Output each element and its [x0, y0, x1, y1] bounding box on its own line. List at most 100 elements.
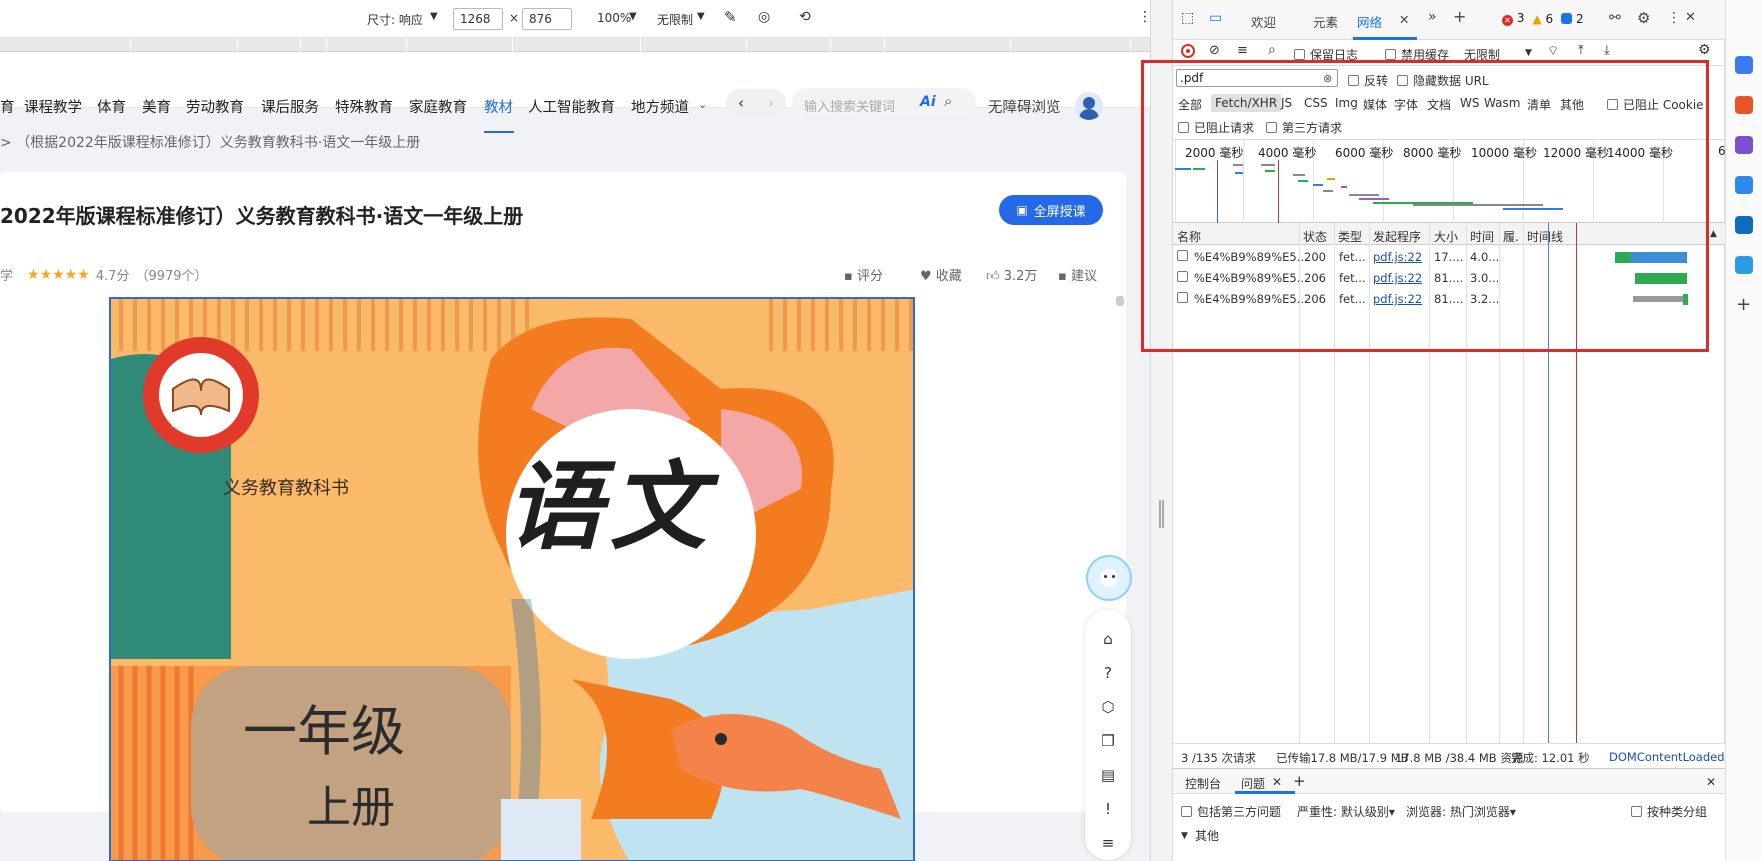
page-scrollbar-thumb[interactable]	[1116, 296, 1124, 306]
network-status-bar: 3 /135 次请求 已传输17.8 MB/17.9 MB 17.8 MB /3…	[1173, 743, 1728, 768]
feedback-icon[interactable]: !	[1099, 800, 1117, 818]
nav-item-arts[interactable]: 美育	[142, 96, 171, 117]
device-toggle-icon[interactable]: ▭	[1209, 10, 1222, 26]
add-tab-icon[interactable]: +	[1293, 772, 1306, 790]
eyedropper-icon[interactable]: ✎	[724, 8, 737, 26]
presentation-icon: ▣	[1016, 203, 1028, 217]
shopping-app-icon[interactable]	[1735, 96, 1753, 114]
connect-icon[interactable]: ⚯	[1609, 10, 1621, 26]
search-input[interactable]: 输入搜索关键词	[804, 96, 895, 115]
settings-gear-icon[interactable]: ⚙	[1637, 9, 1650, 27]
throttle-dropdown[interactable]: 无限制	[657, 11, 693, 28]
search-box[interactable]: 输入搜索关键词 Ai ⌕	[792, 88, 976, 118]
copilot-app-icon[interactable]	[1735, 176, 1753, 194]
avatar[interactable]	[1075, 92, 1103, 120]
wifi-icon[interactable]: ⌔	[1547, 43, 1559, 59]
inspect-icon[interactable]: ⬚	[1181, 10, 1194, 26]
tab-welcome[interactable]: 欢迎	[1251, 12, 1276, 31]
browser-dropdown[interactable]: 浏览器: 热门浏览器▾	[1406, 803, 1516, 820]
clear-icon[interactable]: ⊘	[1209, 43, 1220, 58]
send-app-icon[interactable]	[1735, 256, 1753, 274]
favorite-button[interactable]: ♥ 收藏	[920, 265, 962, 284]
like-button[interactable]: 👍︎ 3.2万	[986, 265, 1037, 284]
search-icon[interactable]: ⌕	[1268, 42, 1276, 58]
rating-score: 4.7分	[95, 269, 130, 284]
assistant-mascot-icon[interactable]	[1086, 555, 1132, 601]
search-icon[interactable]: ⌕	[944, 92, 952, 110]
fullscreen-teach-button[interactable]: ▣ 全屏授课	[999, 195, 1103, 225]
more-options-icon[interactable]: ⋮	[1667, 10, 1681, 26]
document-icon[interactable]: ▤	[1099, 766, 1117, 784]
tag-app-icon[interactable]	[1735, 56, 1753, 74]
nav-item-sports[interactable]: 体育	[97, 96, 126, 117]
chevron-down-icon: ▼	[430, 11, 438, 22]
sensor-icon[interactable]: ◎	[758, 9, 770, 25]
nav-item-local-channel[interactable]: 地方频道	[631, 96, 689, 117]
outlook-app-icon[interactable]	[1735, 216, 1753, 234]
nav-item-ai-education[interactable]: 人工智能教育	[528, 96, 615, 117]
nav-item-textbooks[interactable]: 教材	[484, 96, 513, 117]
nav-item-course-teaching[interactable]: 课程教学	[24, 96, 82, 117]
close-icon[interactable]: ✕	[1272, 775, 1282, 789]
nav-item-partial[interactable]: 育	[0, 96, 15, 117]
rating-row: 学 ★★★★★ 4.7分 （9979个）	[0, 265, 208, 285]
home-icon[interactable]: ⌂	[1099, 630, 1117, 648]
menu-icon[interactable]: ≡	[1099, 834, 1117, 852]
suggestion-icon: ▪	[1058, 269, 1071, 284]
upload-icon[interactable]: ⤒	[1578, 43, 1584, 58]
profile-app-icon[interactable]	[1735, 136, 1753, 154]
ai-icon[interactable]: Ai	[920, 94, 936, 110]
download-icon[interactable]: ⤓	[1604, 43, 1610, 58]
help-icon[interactable]: ?	[1099, 664, 1117, 682]
issues-section-other[interactable]: 其他	[1195, 827, 1219, 844]
close-icon[interactable]: ✕	[1399, 12, 1409, 27]
accessibility-link[interactable]: 无障碍浏览	[988, 96, 1061, 117]
group-by-kind-checkbox[interactable]: 按种类分组	[1631, 803, 1707, 820]
cover-subject-title: 语文	[506, 450, 714, 563]
warning-count: 6	[1545, 11, 1554, 26]
nav-item-labor[interactable]: 劳动教育	[186, 96, 244, 117]
close-devtools-icon[interactable]: ✕	[1685, 10, 1696, 25]
height-input[interactable]: 876	[522, 8, 572, 30]
add-tab-icon[interactable]: +	[1453, 7, 1466, 26]
chevron-right-icon[interactable]: ›	[768, 94, 774, 112]
nav-item-after-school[interactable]: 课后服务	[261, 96, 319, 117]
close-drawer-icon[interactable]: ✕	[1706, 775, 1716, 789]
nav-scroll-buttons: ‹ ›	[726, 89, 786, 117]
active-tab-underline	[484, 131, 514, 133]
record-icon[interactable]	[1181, 44, 1195, 58]
rotate-icon[interactable]: ⟲	[799, 9, 811, 25]
width-input[interactable]: 1268	[453, 8, 503, 30]
zoom-dropdown[interactable]: 100%	[597, 11, 631, 25]
cube-icon[interactable]: ⬡	[1099, 698, 1117, 716]
filter-icon[interactable]: ≡	[1237, 43, 1248, 58]
devtools-drawer: 控制台 问题 ✕ + ✕ 包括第三方问题 严重性: 默认级别▾ 浏览器: 热门浏…	[1173, 768, 1725, 861]
sort-icon[interactable]: ▲	[1710, 229, 1717, 239]
tab-network[interactable]: 网络	[1357, 12, 1382, 31]
add-app-icon[interactable]: +	[1736, 294, 1751, 315]
nav-item-family-ed[interactable]: 家庭教育	[409, 96, 467, 117]
chevron-left-icon[interactable]: ‹	[738, 94, 744, 112]
resources-size: 17.8 MB /38.4 MB 资源	[1395, 751, 1524, 765]
drawer-tab-console[interactable]: 控制台	[1185, 775, 1221, 792]
drawer-tab-issues[interactable]: 问题	[1241, 775, 1265, 792]
issue-badges[interactable]: ✕ 3 ▲ 6 2	[1502, 11, 1584, 26]
expand-icon[interactable]: ▼	[1181, 831, 1188, 841]
network-settings-icon[interactable]: ⚙	[1698, 42, 1711, 58]
transferred-size: 已传输17.8 MB/17.9 MB	[1276, 751, 1409, 765]
cover-illustration	[111, 299, 913, 860]
tab-elements[interactable]: 元素	[1313, 12, 1338, 31]
include-third-party-checkbox[interactable]: 包括第三方问题	[1181, 803, 1281, 820]
dimensions-dropdown[interactable]: 尺寸: 响应	[367, 11, 423, 28]
nav-item-special-ed[interactable]: 特殊教育	[335, 96, 393, 117]
info-count: 2	[1576, 11, 1584, 26]
chevron-down-icon: ▼	[697, 11, 705, 22]
suggest-button[interactable]: ▪ 建议	[1058, 265, 1097, 284]
copy-icon[interactable]: ❐	[1099, 732, 1117, 750]
more-tabs-icon[interactable]: »	[1428, 9, 1437, 25]
review-button[interactable]: ▪ 评分	[844, 265, 883, 284]
browser-sidebar: +	[1725, 0, 1761, 861]
severity-dropdown[interactable]: 严重性: 默认级别▾	[1297, 803, 1395, 820]
devtools-tabbar: ⬚ ▭ 欢迎 元素 网络 ✕ » + ✕ 3 ▲ 6 2 ⚯ ⚙ ⋮ ✕	[1173, 0, 1725, 40]
error-badge: ✕ 3	[1502, 11, 1524, 26]
